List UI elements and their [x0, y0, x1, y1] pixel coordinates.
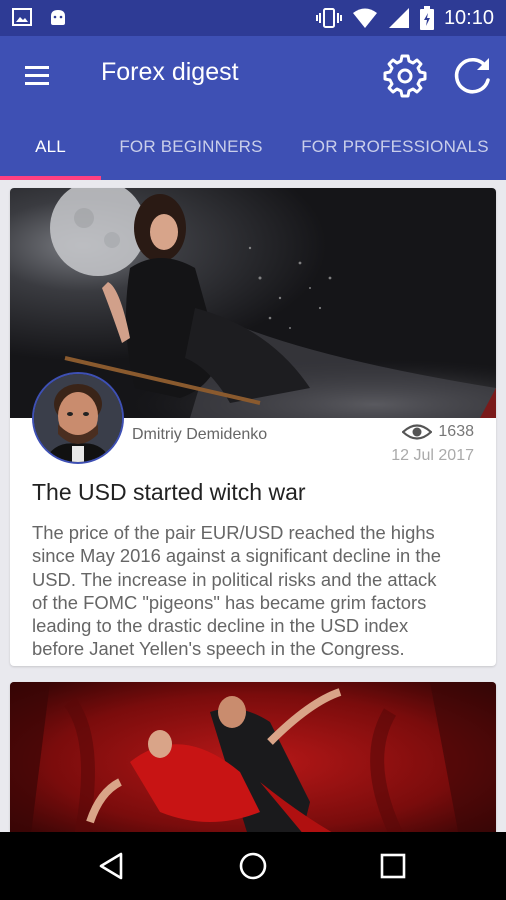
- recents-button[interactable]: [375, 850, 411, 882]
- article-card[interactable]: [10, 682, 496, 842]
- app-bar: Forex digest ALL FOR BEGINNERS FOR PROFE…: [0, 36, 506, 180]
- vibrate-icon: [315, 8, 342, 28]
- status-time: 10:10: [443, 7, 494, 29]
- article-excerpt: The price of the pair EUR/USD reached th…: [32, 521, 480, 661]
- battery-charging-icon: [419, 6, 434, 30]
- article-card[interactable]: Dmitriy Demidenko 1638 12 Jul 2017 The U…: [10, 188, 496, 666]
- status-bar: 10:10: [0, 0, 506, 36]
- article-title[interactable]: The USD started witch war: [32, 479, 306, 506]
- article-hero-image[interactable]: [10, 682, 496, 842]
- excerpt-line: USD. The increase in political risks and…: [32, 568, 437, 590]
- view-count-value: 1638: [438, 423, 474, 440]
- signal-icon: [388, 8, 409, 28]
- recents-icon: [380, 853, 406, 879]
- excerpt-line: since May 2016 against a significant dec…: [32, 545, 441, 567]
- menu-icon: [25, 66, 49, 85]
- settings-button[interactable]: [382, 52, 428, 98]
- navigation-bar: [0, 832, 506, 900]
- home-icon: [239, 852, 267, 880]
- author-avatar[interactable]: [32, 372, 124, 464]
- tab-for-beginners[interactable]: FOR BEGINNERS: [108, 132, 274, 180]
- image-icon: [12, 8, 32, 26]
- settings-gear-icon: [383, 54, 427, 98]
- tab-bar: ALL FOR BEGINNERS FOR PROFESSIONALS: [0, 132, 506, 180]
- excerpt-line: leading to the drastic decline in the US…: [32, 615, 409, 637]
- author-name: Dmitriy Demidenko: [132, 426, 268, 443]
- excerpt-line: before Janet Yellen's speech in the Cong…: [32, 638, 405, 660]
- back-button[interactable]: [95, 850, 131, 882]
- menu-button[interactable]: [22, 60, 58, 90]
- article-date: 12 Jul 2017: [391, 447, 474, 464]
- home-button[interactable]: [235, 850, 271, 882]
- view-count: 1638: [402, 423, 474, 441]
- android-icon: [51, 10, 65, 25]
- excerpt-line: The price of the pair EUR/USD reached th…: [32, 522, 435, 543]
- tab-indicator: [0, 176, 101, 180]
- refresh-icon: [454, 57, 490, 94]
- excerpt-line: of the FOMC "pigeons" has became grim fa…: [32, 591, 427, 613]
- back-icon: [99, 852, 123, 880]
- tab-for-professionals[interactable]: FOR PROFESSIONALS: [290, 132, 500, 180]
- tab-all[interactable]: ALL: [0, 132, 101, 180]
- wifi-icon: [352, 8, 377, 28]
- refresh-button[interactable]: [449, 52, 495, 98]
- eye-icon: [402, 424, 433, 440]
- app-title: Forex digest: [101, 58, 239, 86]
